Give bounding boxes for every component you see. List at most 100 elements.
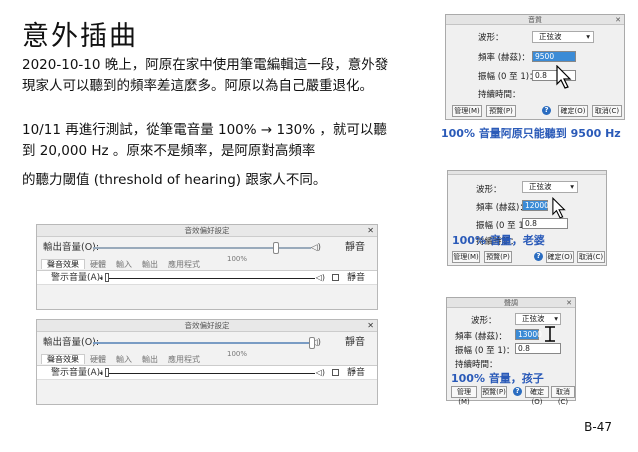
frequency-label: 頻率 (赫茲)：	[455, 332, 507, 342]
mute-label[interactable]: 靜音	[345, 237, 365, 259]
output-volume-label: 輸出音量(O):	[43, 337, 100, 348]
amplitude-input[interactable]: 0.8	[522, 218, 568, 229]
waveform-value: 正弦波	[522, 314, 545, 323]
paragraph-2: 10/11 再進行測試，從筆電音量 100% → 130% ，就可以聽到 20,…	[22, 122, 387, 159]
window-titlebar: 音效偏好設定 ✕	[37, 225, 377, 237]
tab-sound-effects[interactable]: 聲音效果	[41, 259, 85, 269]
alert-volume-row: 警示音量(A): ◂ ◁) 靜音	[37, 271, 377, 285]
window-titlebar: 音效偏好設定 ✕	[37, 320, 377, 332]
window-titlebar	[448, 171, 606, 175]
speaker-low-icon: ◂	[99, 369, 103, 377]
alert-volume-slider-track[interactable]	[107, 278, 315, 279]
mute-label[interactable]: 靜音	[345, 332, 365, 354]
alert-mute-label: 靜音	[346, 368, 365, 378]
output-volume-slider-track[interactable]	[93, 342, 311, 344]
tab-input[interactable]: 輸入	[111, 260, 137, 269]
alert-volume-label: 警示音量(A):	[51, 368, 104, 378]
alert-mute-checkbox[interactable]	[332, 274, 339, 281]
window-title: 聲調	[504, 299, 518, 307]
ok-button[interactable]: 確定(O)	[558, 105, 588, 117]
alert-volume-label: 警示音量(A):	[51, 273, 104, 283]
cancel-button[interactable]: 取消(C)	[551, 386, 575, 406]
manage-button[interactable]: 管理(M)	[451, 386, 477, 406]
tab-hardware[interactable]: 硬體	[85, 260, 111, 269]
cancel-button[interactable]: 取消(C)	[577, 251, 605, 263]
waveform-label: 波形：	[476, 185, 502, 195]
amplitude-label: 振幅 (0 至 1)：	[455, 346, 515, 356]
chevron-down-icon: ▾	[570, 182, 574, 191]
window-title: 音效偏好設定	[184, 226, 230, 235]
tab-applications[interactable]: 應用程式	[163, 355, 205, 364]
sound-preferences-window-1: 音效偏好設定 ✕ 輸出音量(O): ◁) 100% 靜音 聲音效果 硬體 輸入 輸出應…	[36, 224, 378, 310]
waveform-label: 波形：	[471, 316, 497, 326]
tone-dialog-2: 波形： 正弦波 ▾ 頻率 (赫茲)： 12000 振幅 (0 至 1)： 0.8 …	[447, 170, 607, 266]
amplitude-label: 振幅 (0 至 1)：	[478, 72, 538, 82]
output-volume-slider-knob[interactable]	[309, 337, 315, 349]
manage-button[interactable]: 管理(M)	[452, 105, 482, 117]
tone-dialog-1: 音質 ✕ 波形： 正弦波 ▾ 頻率 (赫茲)： 9500 振幅 (0 至 1)： …	[445, 14, 625, 120]
tab-hardware[interactable]: 硬體	[85, 355, 111, 364]
frequency-input[interactable]: 9500	[532, 51, 576, 62]
output-volume-value: 100%	[227, 255, 248, 263]
output-volume-value: 100%	[227, 350, 248, 358]
close-icon[interactable]: ✕	[566, 298, 572, 308]
help-icon[interactable]: ?	[534, 252, 543, 261]
tab-applications[interactable]: 應用程式	[163, 260, 205, 269]
close-icon[interactable]: ✕	[367, 225, 374, 237]
text-cursor-icon	[545, 326, 555, 342]
tab-sound-effects[interactable]: 聲音效果	[41, 354, 85, 364]
tab-bar: 聲音效果 硬體 輸入 輸出 應用程式	[37, 259, 377, 271]
frequency-input[interactable]: 12000	[522, 200, 549, 211]
alert-volume-slider-knob[interactable]	[105, 273, 109, 282]
waveform-select[interactable]: 正弦波 ▾	[515, 313, 561, 325]
manage-button[interactable]: 管理(M)	[452, 251, 480, 263]
preview-button[interactable]: 預覽(P)	[481, 386, 507, 398]
preview-button[interactable]: 預覽(P)	[486, 105, 516, 117]
dialog-1-caption: 100% 音量阿原只能聽到 9500 Hz	[441, 127, 621, 140]
output-volume-row: 輸出音量(O): ◁) 100% 靜音	[37, 332, 377, 358]
help-icon[interactable]: ?	[513, 387, 522, 396]
frequency-label: 頻率 (赫茲)：	[478, 53, 530, 63]
speaker-high-icon: ◁)	[315, 273, 325, 282]
window-titlebar: 聲調 ✕	[447, 298, 575, 308]
chevron-down-icon: ▾	[554, 314, 558, 323]
waveform-value: 正弦波	[539, 32, 562, 41]
speaker-high-icon: ◁)	[315, 368, 325, 377]
help-icon[interactable]: ?	[542, 106, 551, 115]
waveform-select[interactable]: 正弦波 ▾	[522, 181, 578, 193]
duration-label: 持續時間：	[455, 360, 498, 370]
paragraph-3: 的聽力閾值 (threshold of hearing) 跟家人不同。	[22, 172, 327, 188]
waveform-value: 正弦波	[529, 182, 552, 191]
alert-volume-slider-track[interactable]	[107, 373, 315, 374]
close-icon[interactable]: ✕	[367, 320, 374, 332]
alert-volume-row: 警示音量(A): ◂ ◁) 靜音	[37, 366, 377, 380]
tab-output[interactable]: 輸出	[137, 355, 163, 364]
page-title: 意外插曲	[22, 21, 138, 52]
duration-label: 持續時間：	[478, 90, 521, 100]
chevron-down-icon: ▾	[586, 32, 590, 41]
window-titlebar: 音質 ✕	[446, 15, 624, 25]
dialog-2-caption: 100% 音量，老婆	[452, 234, 545, 247]
ok-button[interactable]: 確定(O)	[546, 251, 574, 263]
cancel-button[interactable]: 取消(C)	[592, 105, 622, 117]
alert-volume-slider-knob[interactable]	[105, 368, 109, 377]
preview-button[interactable]: 預覽(P)	[484, 251, 512, 263]
window-title: 音質	[528, 16, 542, 24]
alert-mute-label: 靜音	[346, 273, 365, 283]
tab-output[interactable]: 輸出	[137, 260, 163, 269]
window-title: 音效偏好設定	[184, 321, 230, 330]
amplitude-input[interactable]: 0.8	[515, 343, 561, 354]
speaker-low-icon: ◂	[99, 274, 103, 282]
output-volume-slider-knob[interactable]	[273, 242, 279, 254]
close-icon[interactable]: ✕	[615, 15, 621, 25]
frequency-input[interactable]: 13000	[515, 329, 542, 340]
ok-button[interactable]: 確定(O)	[525, 386, 549, 406]
speaker-icon: ◁)	[310, 243, 321, 253]
waveform-label: 波形：	[478, 33, 504, 43]
output-volume-label: 輸出音量(O):	[43, 242, 100, 253]
mouse-cursor-icon	[552, 197, 566, 219]
alert-mute-checkbox[interactable]	[332, 369, 339, 376]
waveform-select[interactable]: 正弦波 ▾	[532, 31, 594, 43]
tab-input[interactable]: 輸入	[111, 355, 137, 364]
mouse-cursor-icon	[556, 65, 572, 89]
